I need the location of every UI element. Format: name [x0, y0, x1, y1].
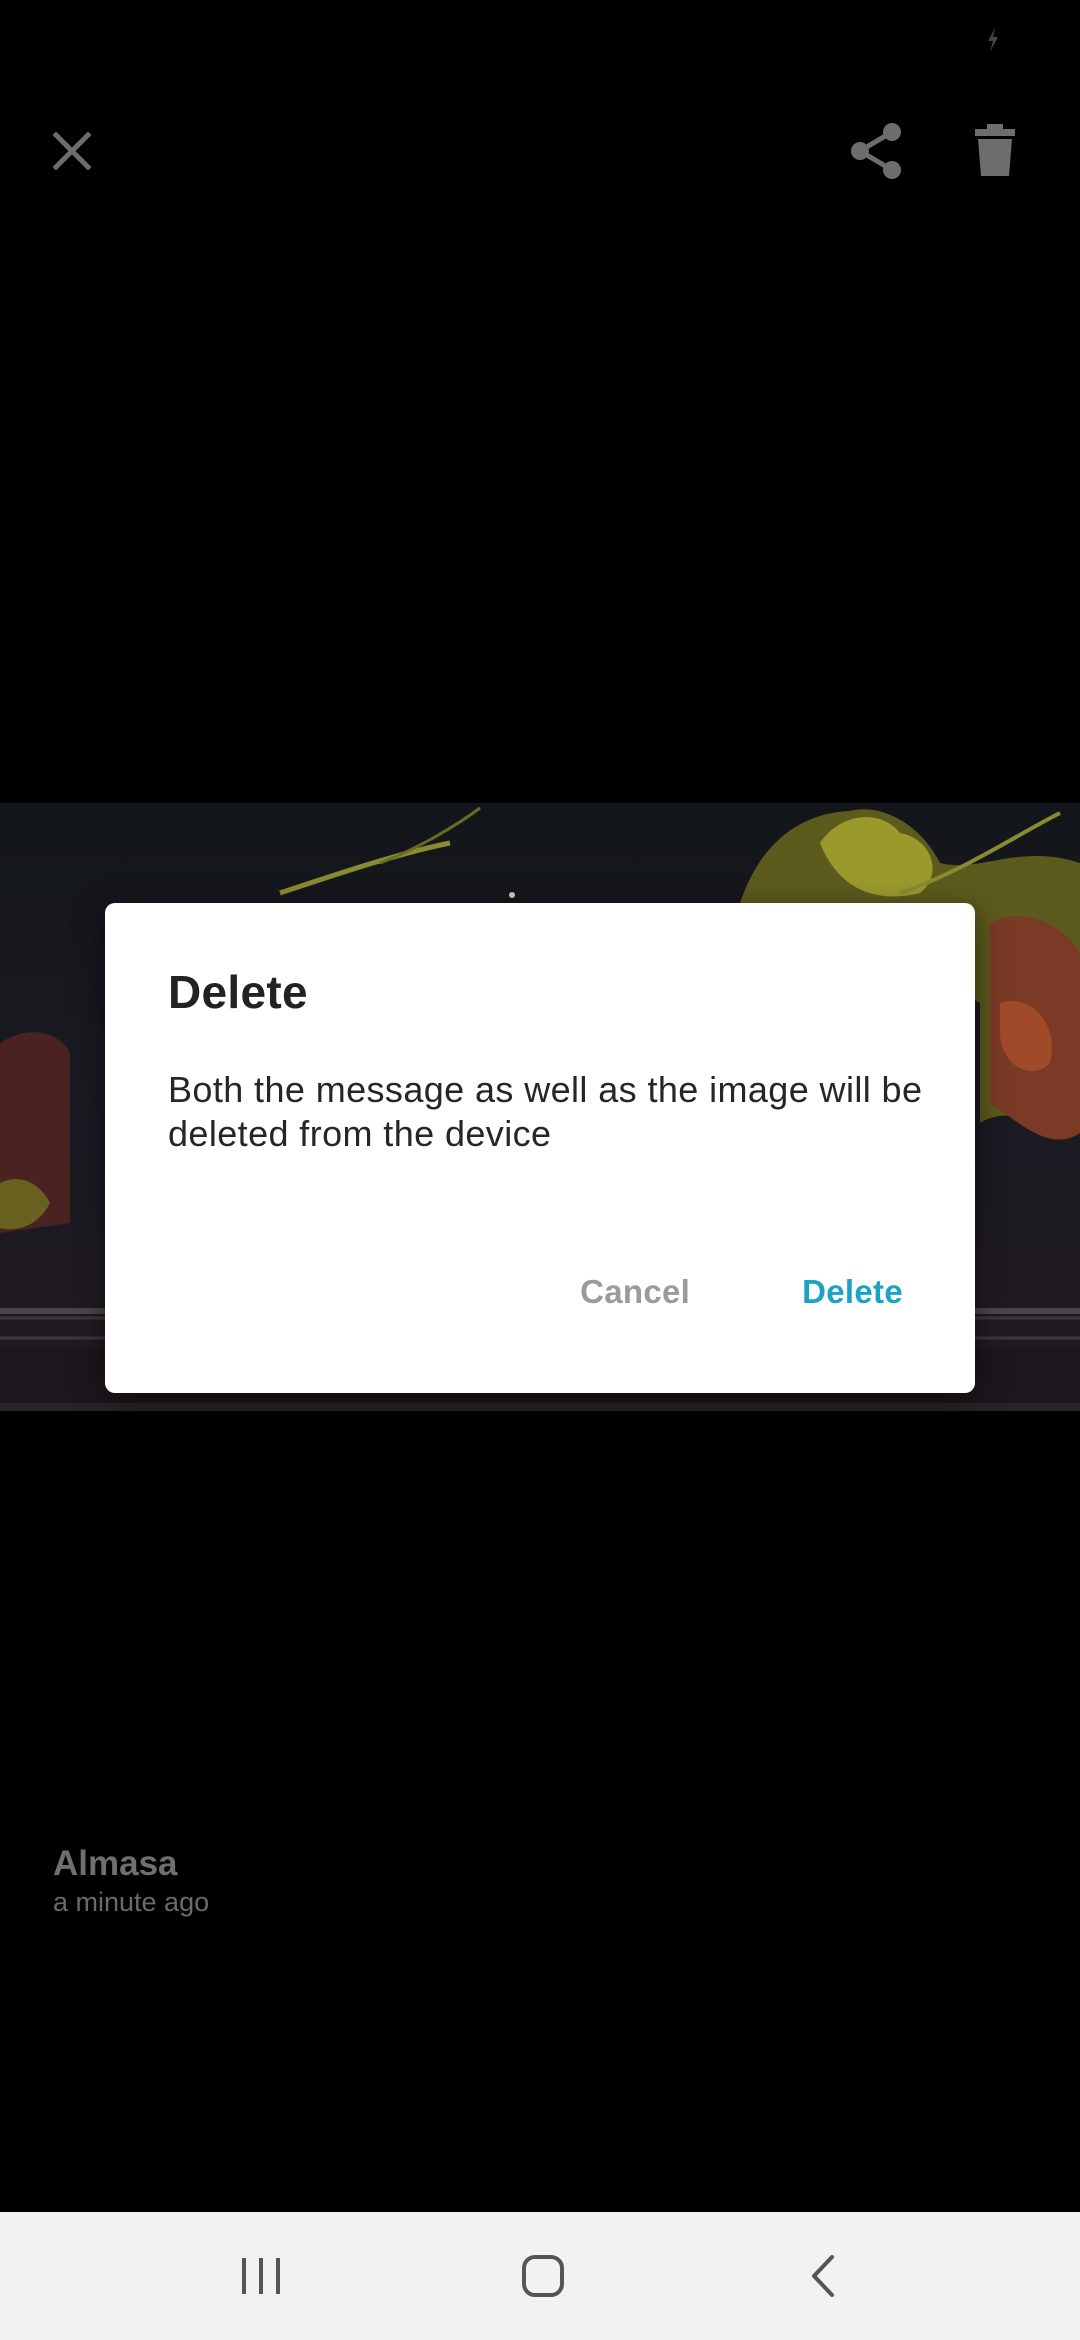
back-icon [812, 2255, 834, 2297]
dialog-message: Both the message as well as the image wi… [168, 1069, 923, 1154]
share-button[interactable] [831, 106, 921, 196]
home-icon [522, 2255, 564, 2297]
charging-bolt-icon [988, 28, 998, 52]
share-icon [851, 123, 901, 179]
home-button[interactable] [498, 2234, 588, 2318]
message-timestamp: a minute ago [53, 1887, 210, 1917]
dialog-title: Delete [168, 966, 308, 1018]
close-button[interactable] [27, 106, 117, 196]
trash-icon [975, 124, 1015, 176]
sender-name: Almasa [53, 1844, 178, 1883]
recents-icon [242, 2258, 280, 2294]
cancel-button[interactable]: Cancel [580, 1273, 690, 1311]
dialog-actions: Cancel Delete [580, 1273, 903, 1311]
confirm-delete-button[interactable]: Delete [802, 1273, 903, 1311]
delete-toolbar-button[interactable] [950, 106, 1040, 196]
message-info: Almasa a minute ago [53, 1843, 209, 1919]
status-bar [0, 0, 1080, 90]
system-navigation-bar [0, 2212, 1080, 2340]
recents-button[interactable] [216, 2234, 306, 2318]
close-icon [52, 131, 92, 171]
delete-confirmation-dialog: Delete Both the message as well as the i… [105, 903, 975, 1393]
back-button[interactable] [778, 2234, 868, 2318]
